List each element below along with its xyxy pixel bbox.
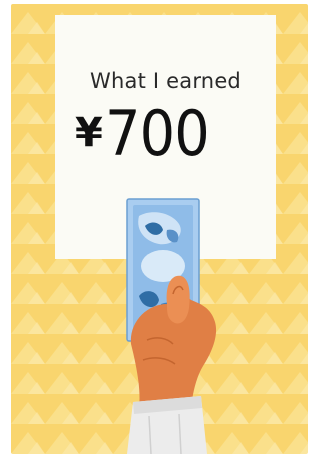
hand-holding-banknote [126, 198, 217, 454]
earnings-card: What I earned ¥700 [11, 4, 308, 454]
